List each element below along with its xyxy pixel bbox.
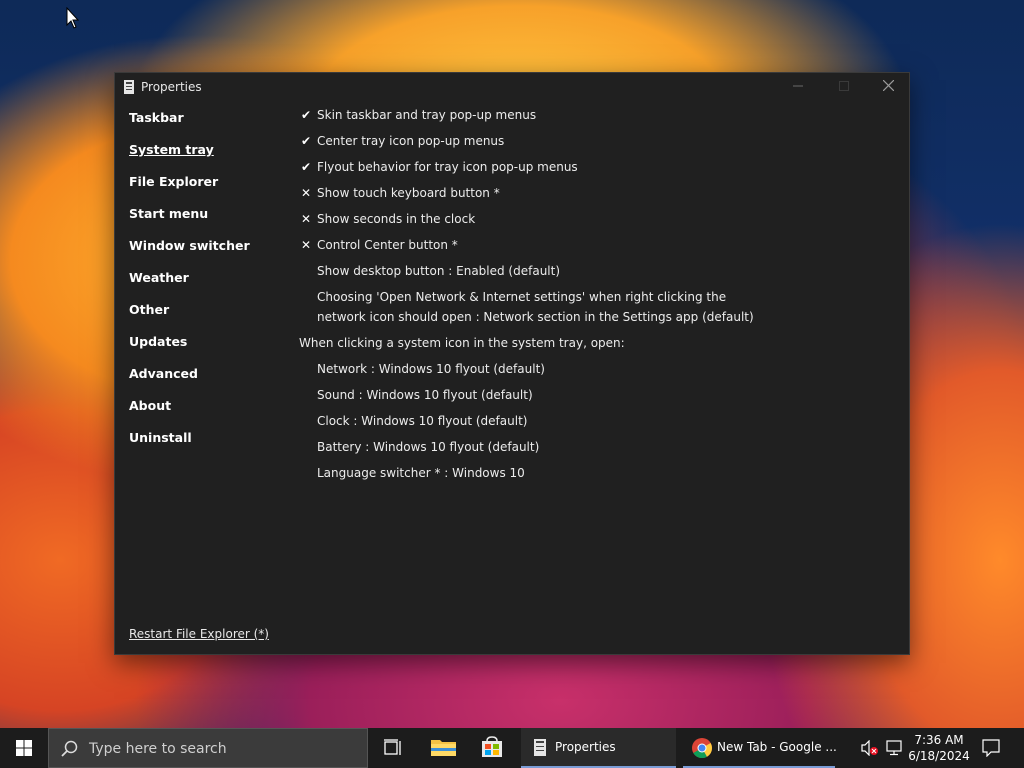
sidebar-item-window-switcher[interactable]: Window switcher (129, 237, 289, 269)
option-flyout-behavior[interactable]: ✔ Flyout behavior for tray icon pop-up m… (299, 157, 899, 183)
option-network-settings[interactable]: Choosing 'Open Network & Internet settin… (299, 287, 899, 333)
properties-app-icon (534, 739, 546, 756)
restart-explorer-link[interactable]: Restart File Explorer (*) (129, 627, 269, 641)
volume-muted-icon[interactable] (860, 740, 880, 756)
store-taskbar-button[interactable] (472, 728, 512, 768)
sidebar-item-advanced[interactable]: Advanced (129, 365, 289, 397)
option-seconds-clock[interactable]: ✕ Show seconds in the clock (299, 209, 899, 235)
notification-icon[interactable] (982, 739, 1000, 757)
window-title: Properties (141, 80, 202, 94)
file-explorer-taskbar-button[interactable] (422, 728, 466, 768)
taskbar: Type here to search Properties New Tab -… (0, 728, 1024, 768)
cross-icon: ✕ (300, 238, 312, 252)
properties-window: Properties Taskbar System tray File Expl… (114, 72, 910, 655)
sidebar-item-start-menu[interactable]: Start menu (129, 205, 289, 237)
sidebar-item-other[interactable]: Other (129, 301, 289, 333)
sidebar-item-file-explorer[interactable]: File Explorer (129, 173, 289, 205)
folder-icon (431, 740, 456, 756)
option-tray-network[interactable]: Network : Windows 10 flyout (default) (299, 359, 899, 385)
taskbar-search-box[interactable]: Type here to search (48, 728, 368, 768)
cross-icon: ✕ (300, 212, 312, 226)
option-label-line1: Choosing 'Open Network & Internet settin… (317, 290, 727, 304)
sidebar-item-about[interactable]: About (129, 397, 289, 429)
start-button[interactable] (0, 728, 48, 768)
checkmark-icon: ✔ (300, 160, 312, 174)
chrome-taskbar-button[interactable]: New Tab - Google ... (683, 728, 837, 768)
sidebar: Taskbar System tray File Explorer Start … (129, 109, 289, 461)
option-label: Skin taskbar and tray pop-up menus (317, 108, 537, 122)
properties-taskbar-label: Properties (555, 740, 616, 754)
windows-logo-icon (16, 740, 32, 756)
option-control-center[interactable]: ✕ Control Center button * (299, 235, 899, 261)
option-label-line2: network icon should open : Network secti… (317, 310, 754, 324)
option-label: Show seconds in the clock (317, 212, 476, 226)
sidebar-item-uninstall[interactable]: Uninstall (129, 429, 289, 461)
option-skin-menus[interactable]: ✔ Skin taskbar and tray pop-up menus (299, 105, 899, 131)
checkmark-icon: ✔ (300, 134, 312, 148)
settings-content: ✔ Skin taskbar and tray pop-up menus ✔ C… (299, 105, 899, 489)
network-icon[interactable] (886, 740, 904, 756)
store-icon (482, 736, 502, 757)
sidebar-item-updates[interactable]: Updates (129, 333, 289, 365)
maximize-button[interactable] (821, 73, 867, 101)
app-icon (124, 80, 134, 94)
close-icon (882, 79, 894, 92)
option-tray-clock[interactable]: Clock : Windows 10 flyout (default) (299, 411, 899, 437)
clock-date: 6/18/2024 (908, 749, 970, 763)
sidebar-item-system-tray[interactable]: System tray (129, 141, 289, 173)
properties-taskbar-button[interactable]: Properties (521, 728, 676, 768)
taskbar-clock[interactable]: 7:36 AM 6/18/2024 (908, 732, 970, 764)
option-label: Show desktop button : Enabled (default) (317, 264, 561, 278)
search-input[interactable]: Type here to search (89, 741, 227, 757)
option-show-desktop[interactable]: Show desktop button : Enabled (default) (299, 261, 899, 287)
option-tray-language[interactable]: Language switcher * : Windows 10 (299, 463, 899, 489)
search-icon (61, 740, 78, 757)
option-touch-keyboard[interactable]: ✕ Show touch keyboard button * (299, 183, 899, 209)
task-view-icon (384, 739, 401, 755)
minimize-icon (793, 85, 803, 87)
chrome-icon (692, 738, 713, 759)
chrome-taskbar-label: New Tab - Google ... (717, 740, 837, 754)
task-view-button[interactable] (372, 728, 412, 768)
minimize-button[interactable] (775, 73, 821, 101)
close-button[interactable] (865, 73, 911, 101)
maximize-icon (839, 81, 849, 91)
tray-section-heading: When clicking a system icon in the syste… (299, 336, 625, 350)
checkmark-icon: ✔ (300, 108, 312, 122)
option-label: Control Center button * (317, 238, 458, 252)
option-label: Center tray icon pop-up menus (317, 134, 505, 148)
cross-icon: ✕ (300, 186, 312, 200)
title-bar[interactable]: Properties (115, 73, 909, 101)
sidebar-item-taskbar[interactable]: Taskbar (129, 109, 289, 141)
option-tray-sound[interactable]: Sound : Windows 10 flyout (default) (299, 385, 899, 411)
option-tray-battery[interactable]: Battery : Windows 10 flyout (default) (299, 437, 899, 463)
option-center-tray-menus[interactable]: ✔ Center tray icon pop-up menus (299, 131, 899, 157)
option-label: Flyout behavior for tray icon pop-up men… (317, 160, 578, 174)
option-label: Show touch keyboard button * (317, 186, 500, 200)
sidebar-item-weather[interactable]: Weather (129, 269, 289, 301)
clock-time: 7:36 AM (914, 733, 964, 747)
